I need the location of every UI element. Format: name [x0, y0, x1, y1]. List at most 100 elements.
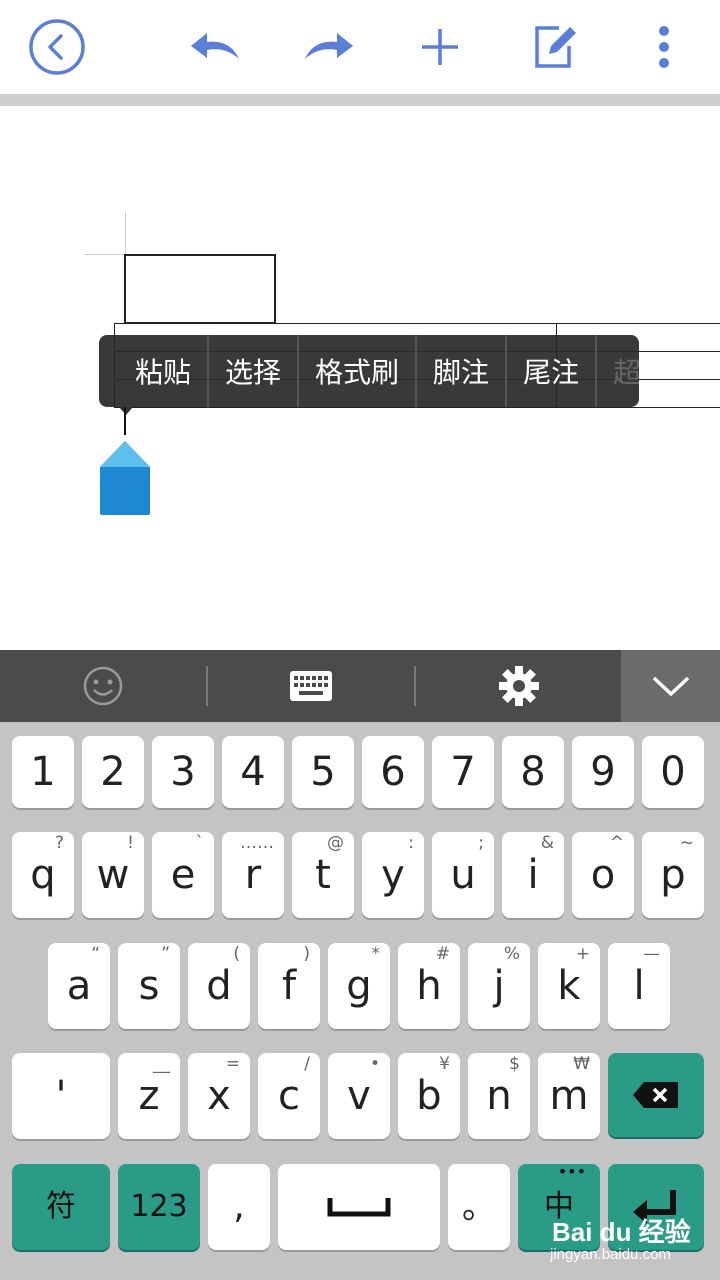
key-d[interactable]: (d [188, 943, 250, 1029]
keyboard-switch-button[interactable] [270, 650, 352, 722]
key-label: 7 [450, 749, 476, 795]
key-5[interactable]: 5 [292, 736, 354, 808]
key-secondary-label: = [225, 1054, 240, 1074]
key-3[interactable]: 3 [152, 736, 214, 808]
key-j[interactable]: % j [468, 943, 530, 1029]
key-label: b [416, 1073, 442, 1119]
key-7[interactable]: 7 [432, 736, 494, 808]
key-4[interactable]: 4 [222, 736, 284, 808]
key-label: l [633, 963, 645, 1009]
key-label: t [315, 852, 331, 898]
key-o[interactable]: ^ o [572, 832, 634, 918]
key-1[interactable]: 1 [12, 736, 74, 808]
key-e[interactable]: ` e [152, 832, 214, 918]
key-secondary-label: % [503, 944, 520, 964]
key-label: 9 [590, 749, 616, 795]
settings-button[interactable] [478, 650, 560, 722]
key-m[interactable]: ₩ m [538, 1053, 600, 1139]
key-0[interactable]: 0 [642, 736, 704, 808]
menu-item-footnote[interactable]: 脚注 [417, 335, 508, 407]
text-cursor [124, 407, 126, 435]
key-n[interactable]: $ n [468, 1053, 530, 1139]
key-secondary-label: @ [327, 833, 344, 853]
key-secondary-label: ! [127, 833, 134, 853]
key-secondary-label: ” [161, 944, 170, 964]
keyboard-toolbar [0, 650, 720, 722]
key-label: y [381, 852, 405, 898]
key-label: 0 [660, 749, 686, 795]
undo-icon [191, 33, 239, 59]
menu-item-paste[interactable]: 粘贴 [99, 335, 210, 407]
key-y[interactable]: :y [362, 832, 424, 918]
add-button[interactable] [400, 0, 480, 94]
text-box[interactable] [124, 254, 276, 324]
key-t[interactable]: @ t [292, 832, 354, 918]
key-w[interactable]: ! w [82, 832, 144, 918]
key-x[interactable]: = x [188, 1053, 250, 1139]
key-label: e [170, 852, 196, 898]
key-r[interactable]: …… r [222, 832, 284, 918]
key-label: v [347, 1073, 371, 1119]
symbols-key[interactable]: 符 [12, 1164, 110, 1250]
key-u[interactable]: ; u [432, 832, 494, 918]
key-label: m [549, 1073, 589, 1119]
key-label: i [527, 852, 539, 898]
backspace-key[interactable] [608, 1053, 704, 1137]
key-g[interactable]: * g [328, 943, 390, 1029]
space-key[interactable] [278, 1164, 440, 1250]
redo-button[interactable] [288, 0, 368, 94]
key-secondary-label: “ [91, 944, 100, 964]
key-2[interactable]: 2 [82, 736, 144, 808]
chevron-down-icon [652, 676, 689, 697]
key-secondary-label: …… [240, 833, 274, 853]
key-6[interactable]: 6 [362, 736, 424, 808]
menu-item-more[interactable]: 超 [597, 335, 639, 407]
undo-button[interactable] [176, 0, 256, 94]
key-l[interactable]: — l [608, 943, 670, 1029]
key-f[interactable]: ) f [258, 943, 320, 1029]
edit-button[interactable] [516, 0, 596, 94]
cursor-handle[interactable] [100, 441, 152, 521]
menu-pointer [119, 407, 133, 415]
plus-icon [422, 29, 458, 65]
table-line [114, 323, 720, 324]
menu-item-format-painter[interactable]: 格式刷 [299, 335, 418, 407]
key-secondary-label: • [369, 1054, 380, 1074]
key-label: k [557, 963, 581, 1009]
key-c[interactable]: / c [258, 1053, 320, 1139]
key-label: r [244, 852, 262, 898]
period-key[interactable]: 。 [448, 1164, 510, 1250]
key-b[interactable]: ¥ b [398, 1053, 460, 1139]
redo-icon [305, 33, 353, 59]
key-label: 3 [170, 749, 196, 795]
comma-key[interactable]: , [208, 1164, 270, 1250]
key-8[interactable]: 8 [502, 736, 564, 808]
key-z[interactable]: __ z [118, 1053, 180, 1139]
key-9[interactable]: 9 [572, 736, 634, 808]
strip-separator [206, 666, 208, 706]
menu-item-endnote[interactable]: 尾注 [507, 335, 598, 407]
keyboard-icon [290, 671, 332, 701]
key-label: u [450, 852, 476, 898]
key-k[interactable]: + k [538, 943, 600, 1029]
key-v[interactable]: • v [328, 1053, 390, 1139]
key-apostrophe[interactable]: ' [12, 1053, 110, 1139]
key-q[interactable]: ? q [12, 832, 74, 918]
key-s[interactable]: ” s [118, 943, 180, 1029]
key-label: h [416, 963, 442, 1009]
key-label: w [96, 852, 130, 898]
key-secondary-label: — [643, 944, 660, 964]
context-menu: 粘贴 选择 格式刷 脚注 尾注 超 [99, 335, 639, 407]
more-button[interactable] [624, 0, 704, 94]
key-i[interactable]: & i [502, 832, 564, 918]
menu-item-select[interactable]: 选择 [209, 335, 300, 407]
back-button[interactable] [17, 0, 97, 94]
key-h[interactable]: # h [398, 943, 460, 1029]
key-a[interactable]: “a [48, 943, 110, 1029]
collapse-keyboard-button[interactable] [621, 650, 720, 722]
numbers-key[interactable]: 123 [118, 1164, 200, 1250]
emoji-button[interactable] [62, 650, 144, 722]
key-secondary-label: $ [509, 1054, 520, 1074]
key-p[interactable]: ~ p [642, 832, 704, 918]
watermark-url: jingyan.baidu.com [550, 1246, 671, 1263]
